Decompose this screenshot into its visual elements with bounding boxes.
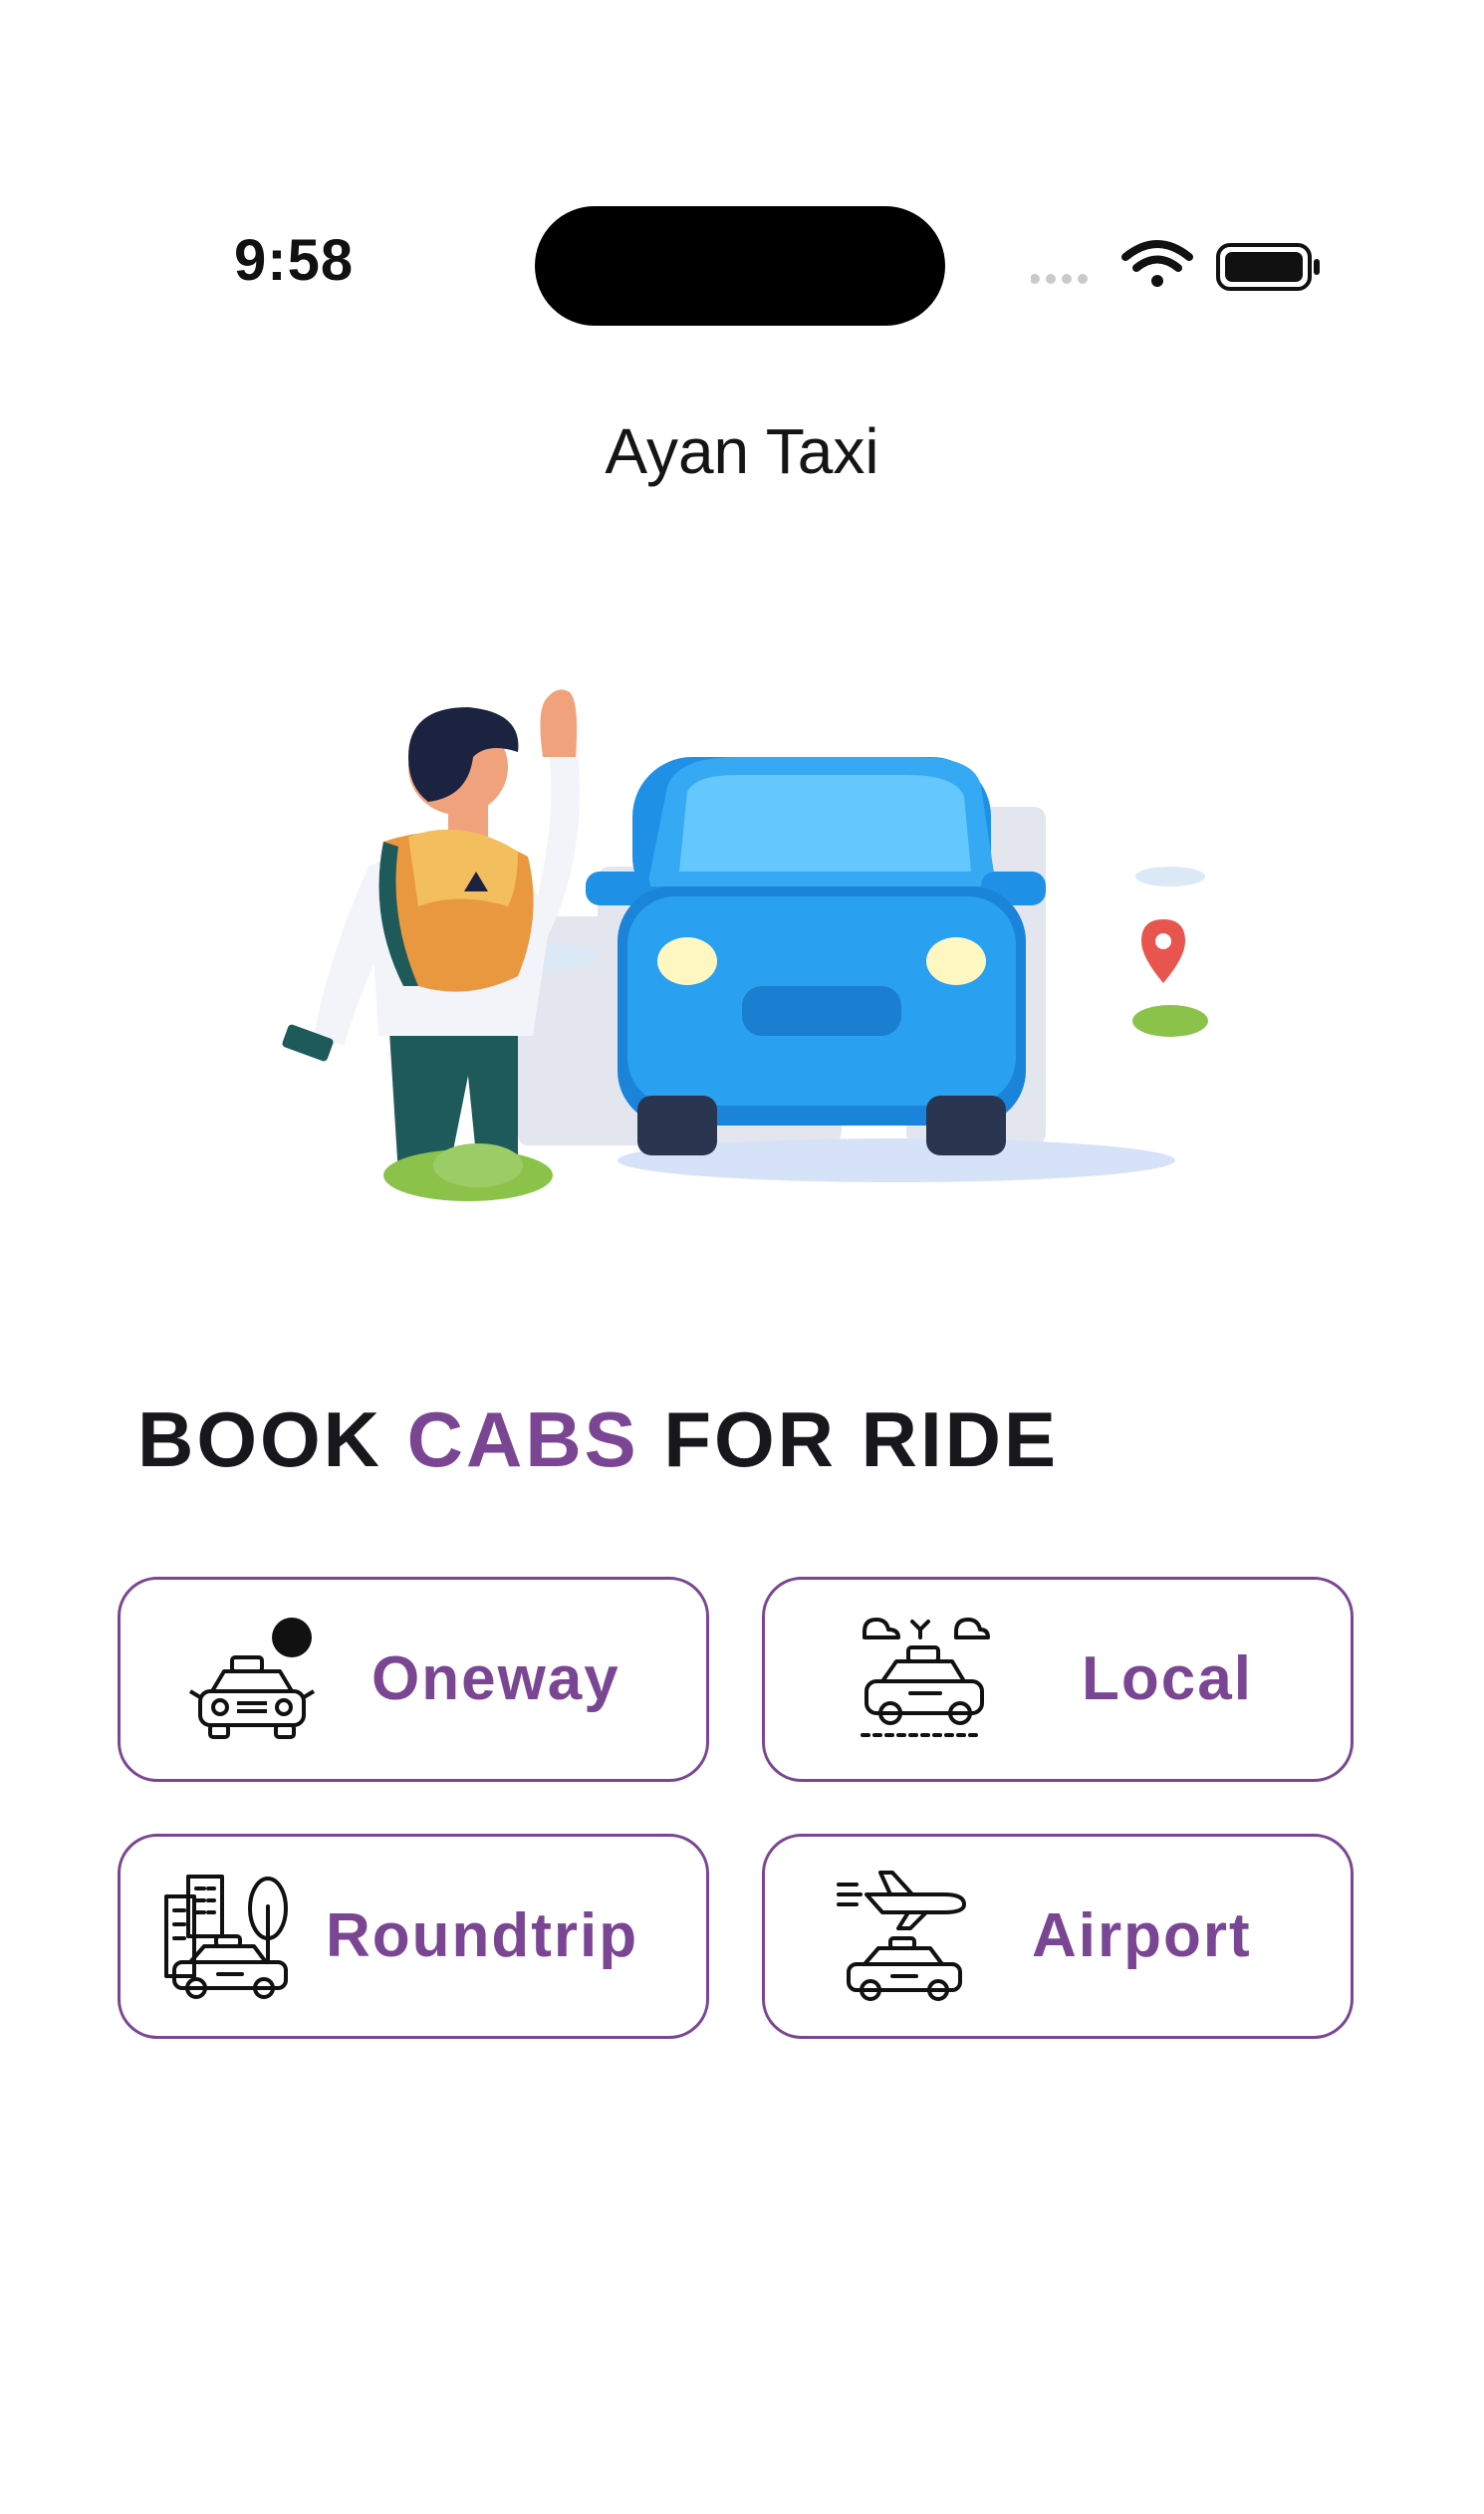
airport-button[interactable]: Airport: [762, 1834, 1354, 2039]
roundtrip-label: Roundtrip: [326, 1901, 639, 1970]
wifi-icon: [1121, 240, 1193, 287]
local-label: Local: [1082, 1644, 1253, 1713]
roundtrip-city-taxi-icon: [164, 1875, 288, 1999]
roundtrip-button[interactable]: Roundtrip: [118, 1834, 709, 2039]
hero-illustration: [282, 689, 1208, 1201]
status-icons: [1031, 240, 1320, 291]
airport-label: Airport: [1032, 1901, 1252, 1970]
status-bar: 9:58: [0, 0, 1484, 339]
battery-icon: [1216, 243, 1320, 291]
local-button[interactable]: Local: [762, 1577, 1354, 1782]
headline-accent: CABS: [406, 1395, 639, 1483]
signal-icon: [1031, 274, 1088, 284]
app-title: Ayan Taxi: [605, 415, 879, 487]
headline-part1: BOOK: [137, 1395, 407, 1483]
headline-part2: FOR RIDE: [638, 1395, 1060, 1483]
headline: BOOK CABS FOR RIDE: [137, 1394, 1059, 1485]
blue-car: [586, 757, 1046, 1155]
dynamic-island: [535, 206, 945, 326]
local-taxi-icon: [861, 1618, 990, 1737]
oneway-label: Oneway: [371, 1644, 620, 1713]
airport-taxi-icon: [837, 1871, 966, 2001]
oneway-taxi-icon: [188, 1618, 316, 1739]
status-time: 9:58: [234, 228, 355, 293]
oneway-button[interactable]: Oneway: [118, 1577, 709, 1782]
location-pin-icon: [1132, 919, 1208, 1037]
